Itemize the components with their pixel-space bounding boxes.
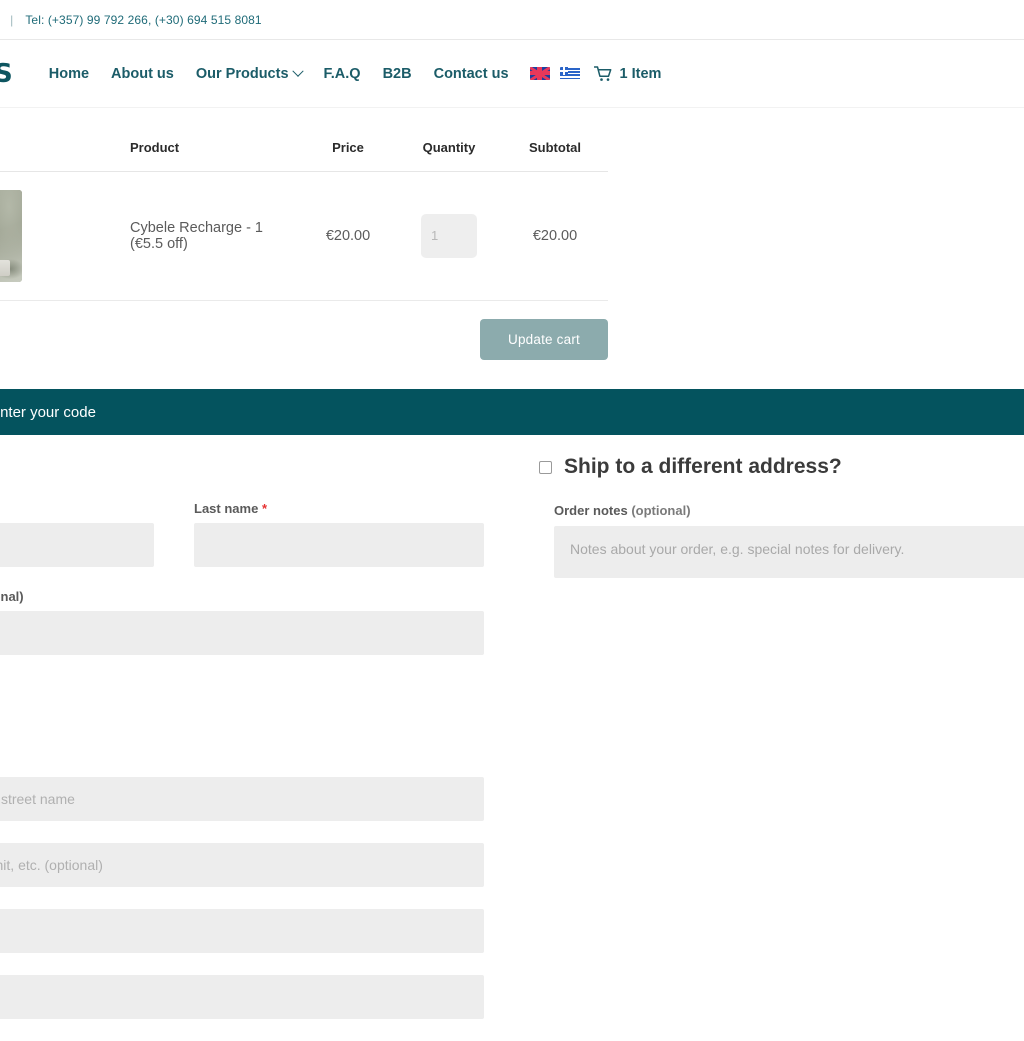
billing-company-group: Company name (optional) xyxy=(0,589,484,655)
billing-first-name-input[interactable] xyxy=(0,523,154,567)
product-name-link[interactable]: Cybele Recharge - 1 (€5.5 off) xyxy=(130,220,263,252)
order-notes-optional-text: (optional) xyxy=(631,503,691,518)
nav-item-our-products-label: Our Products xyxy=(195,65,289,82)
billing-city-input[interactable] xyxy=(0,909,484,953)
main-navigation-bar: S Home About us Our Products F.A.Q B2B C… xyxy=(0,40,1024,108)
nav-item-faq[interactable]: F.A.Q xyxy=(313,60,372,88)
nav-item-b2b[interactable]: B2B xyxy=(372,60,423,88)
chevron-down-icon xyxy=(291,65,304,77)
col-header-price: Price xyxy=(300,126,396,172)
billing-country-label: Country / Region * xyxy=(0,677,484,692)
nav-item-about-us[interactable]: About us xyxy=(100,60,185,88)
col-header-quantity: Quantity xyxy=(396,126,502,172)
coupon-toggle-label: on? Click here to enter your code xyxy=(0,403,96,421)
cart-link[interactable]: 1 Item xyxy=(593,65,662,82)
billing-details-heading: ls xyxy=(0,455,484,481)
cart-row-product-name: Cybele Recharge - 1 (€5.5 off) xyxy=(48,171,300,301)
greek-flag-icon[interactable] xyxy=(559,67,580,80)
top-utility-bar: m | Tel: (+357) 99 792 266, (+30) 694 51… xyxy=(0,0,1024,40)
order-notes-label: Order notes (optional) xyxy=(554,503,1024,518)
billing-last-name-label-text: Last name xyxy=(194,501,259,516)
ship-to-different-address-label: Ship to a different address? xyxy=(564,455,842,478)
billing-country-select[interactable] xyxy=(0,699,484,755)
nav-menu: Home About us Our Products F.A.Q B2B Con… xyxy=(38,60,520,88)
billing-address-2-group xyxy=(0,843,484,887)
col-header-thumbnail xyxy=(0,126,48,172)
uk-flag-icon[interactable] xyxy=(529,67,550,80)
update-cart-button[interactable]: Update cart xyxy=(480,319,608,360)
coupon-toggle-bar[interactable]: on? Click here to enter your code xyxy=(0,389,1024,435)
billing-last-name-group: Last name * xyxy=(194,501,484,567)
quantity-input[interactable]: 1 xyxy=(421,214,477,258)
cart-table-row: Cybele Recharge - 1 (€5.5 off) €20.00 1 … xyxy=(0,171,608,301)
order-notes-label-text: Order notes xyxy=(554,503,628,518)
product-thumbnail-image[interactable] xyxy=(0,190,22,282)
site-logo[interactable]: S xyxy=(0,61,13,87)
billing-company-input[interactable] xyxy=(0,611,484,655)
cart-table-header-row: Product Price Quantity Subtotal xyxy=(0,126,608,172)
nav-item-contact-us[interactable]: Contact us xyxy=(423,60,520,88)
cart-row-quantity-cell: 1 xyxy=(396,171,502,301)
checkout-form: ls First name * Last name * xyxy=(0,455,1024,1041)
cart-row-subtotal: €20.00 xyxy=(502,171,608,301)
billing-address-1-group xyxy=(0,777,484,821)
cart-table: Product Price Quantity Subtotal Cybele R… xyxy=(0,126,608,301)
topbar-divider: | xyxy=(10,12,14,27)
billing-company-label: Company name (optional) xyxy=(0,589,24,604)
order-notes-group: Order notes (optional) xyxy=(554,503,1024,583)
contact-phone[interactable]: Tel: (+357) 99 792 266, (+30) 694 515 80… xyxy=(25,13,261,27)
cart-row-price: €20.00 xyxy=(300,171,396,301)
billing-address-2-input[interactable] xyxy=(0,843,484,887)
ship-to-different-address-row[interactable]: Ship to a different address? xyxy=(539,455,1024,479)
shipping-column: Ship to a different address? Order notes… xyxy=(485,455,1024,1041)
nav-item-home[interactable]: Home xyxy=(38,60,100,88)
billing-postcode-group xyxy=(0,975,484,1019)
required-asterisk: * xyxy=(261,501,267,516)
billing-name-row: First name * Last name * xyxy=(0,501,484,567)
billing-last-name-input[interactable] xyxy=(194,523,484,567)
cart-row-thumbnail-cell xyxy=(0,171,48,301)
billing-country-group: Country / Region * xyxy=(0,677,484,755)
billing-first-name-group: First name * xyxy=(0,501,154,567)
col-header-subtotal: Subtotal xyxy=(502,126,608,172)
shopping-cart-icon xyxy=(593,65,611,81)
ship-to-different-address-checkbox[interactable] xyxy=(539,460,552,474)
billing-details-column: ls First name * Last name * xyxy=(0,455,485,1041)
billing-first-name-label: First name * xyxy=(0,501,154,516)
billing-postcode-input[interactable] xyxy=(0,975,484,1019)
order-notes-textarea[interactable] xyxy=(554,526,1024,578)
nav-item-our-products[interactable]: Our Products xyxy=(185,60,313,88)
cart-item-count: 1 Item xyxy=(619,65,662,82)
col-header-product: Product xyxy=(48,126,300,172)
billing-city-group xyxy=(0,909,484,953)
billing-address-1-input[interactable] xyxy=(0,777,484,821)
billing-last-name-label: Last name * xyxy=(194,501,484,516)
cart-section: Product Price Quantity Subtotal Cybele R… xyxy=(0,108,1024,360)
cart-actions: Update cart xyxy=(0,301,608,360)
